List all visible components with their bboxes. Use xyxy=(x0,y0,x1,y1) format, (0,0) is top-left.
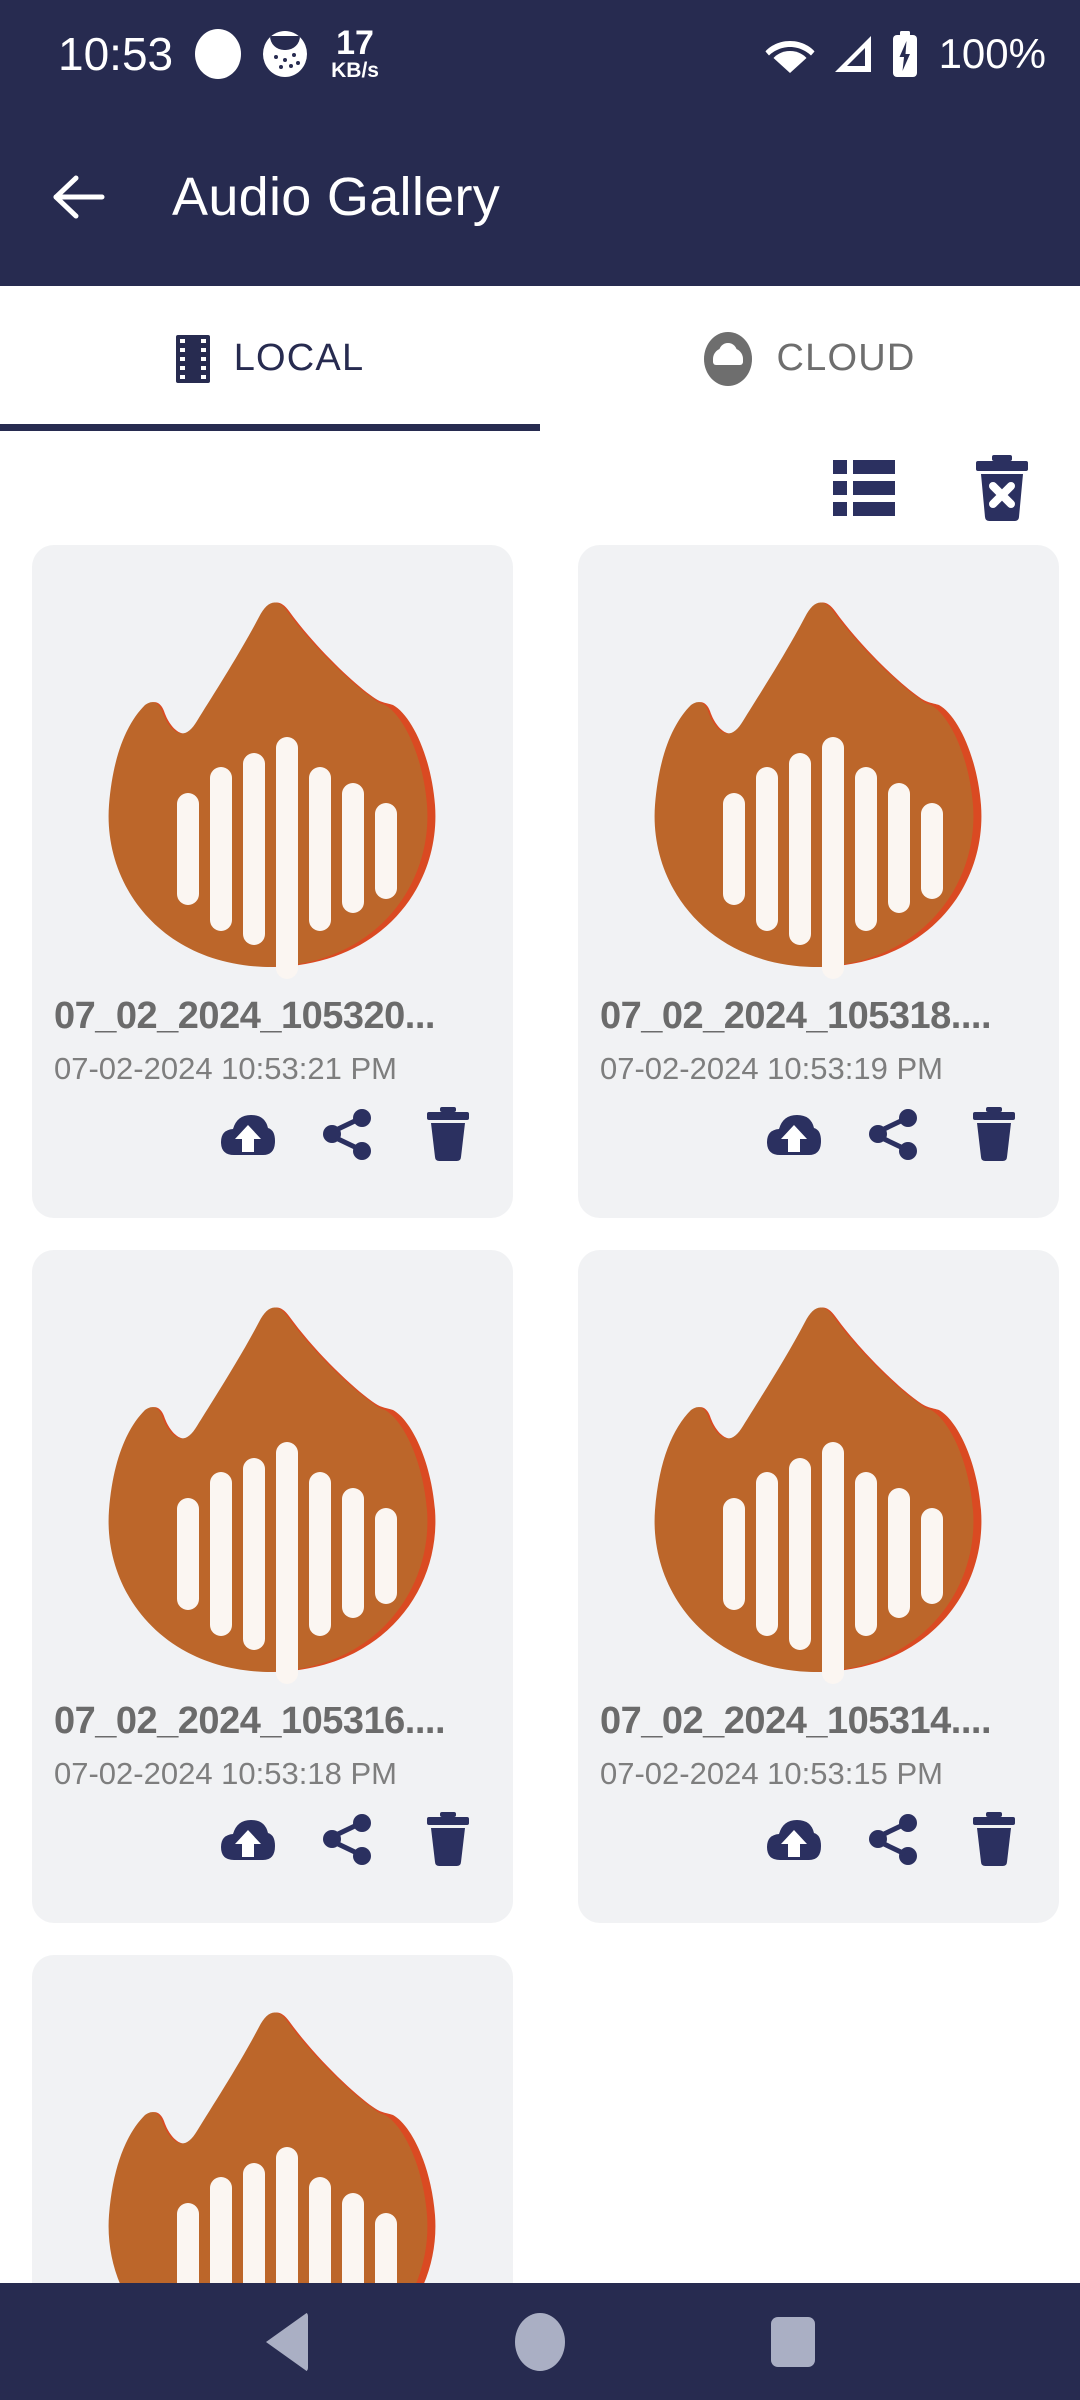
audio-file-name: 07_02_2024_105320... xyxy=(54,995,435,1037)
audio-file-date: 07-02-2024 10:53:19 PM xyxy=(600,1050,943,1086)
audio-thumbnail[interactable] xyxy=(578,1250,1059,1695)
circle-icon xyxy=(195,28,242,79)
back-triangle-icon xyxy=(265,2311,308,2372)
nav-recents-button[interactable] xyxy=(738,2287,848,2397)
card-actions xyxy=(32,1105,513,1163)
flame-waveform-icon xyxy=(609,555,1029,987)
cloud-upload-icon[interactable] xyxy=(219,1810,277,1868)
film-strip-icon xyxy=(175,334,210,383)
app-bar: Audio Gallery xyxy=(0,108,1080,286)
audio-file-date: 07-02-2024 10:53:15 PM xyxy=(600,1755,943,1791)
audio-thumbnail[interactable] xyxy=(578,545,1059,990)
nav-home-button[interactable] xyxy=(485,2287,595,2397)
card-actions xyxy=(32,1810,513,1868)
audio-thumbnail[interactable] xyxy=(32,1250,513,1695)
cat-icon xyxy=(263,30,308,77)
home-circle-icon xyxy=(514,2312,565,2371)
delete-icon[interactable] xyxy=(419,1105,477,1163)
flame-waveform-icon xyxy=(63,1260,483,1692)
battery-percent: 100% xyxy=(938,30,1046,77)
status-bar-right: 100% xyxy=(765,30,1046,78)
wifi-icon xyxy=(765,35,815,73)
back-button[interactable] xyxy=(52,166,114,228)
list-view-button[interactable] xyxy=(828,452,900,524)
audio-file-name: 07_02_2024_105314.... xyxy=(600,1700,992,1742)
audio-card[interactable] xyxy=(32,1955,513,2285)
flame-waveform-icon xyxy=(609,1260,1029,1692)
gallery-toolbar xyxy=(0,431,1080,545)
delete-all-icon xyxy=(974,455,1030,521)
tab-cloud[interactable]: CLOUD xyxy=(540,286,1080,431)
share-icon[interactable] xyxy=(865,1810,923,1868)
status-bar: 10:53 17 KB/s 100% xyxy=(0,0,1080,108)
android-nav-bar xyxy=(0,2283,1080,2400)
delete-icon[interactable] xyxy=(965,1810,1023,1868)
audio-card[interactable]: 07_02_2024_105314.... 07-02-2024 10:53:1… xyxy=(578,1250,1059,1923)
audio-card[interactable]: 07_02_2024_105318.... 07-02-2024 10:53:1… xyxy=(578,545,1059,1218)
audio-thumbnail[interactable] xyxy=(32,1955,513,2285)
network-speed-value: 17 xyxy=(336,23,374,62)
flame-waveform-icon xyxy=(63,555,483,987)
delete-all-button[interactable] xyxy=(966,452,1038,524)
tab-bar: LOCAL CLOUD xyxy=(0,286,1080,431)
cloud-upload-icon[interactable] xyxy=(765,1105,823,1163)
list-view-icon xyxy=(833,460,895,516)
audio-card[interactable]: 07_02_2024_105316.... 07-02-2024 10:53:1… xyxy=(32,1250,513,1923)
card-actions xyxy=(578,1810,1059,1868)
cloud-upload-icon[interactable] xyxy=(219,1105,277,1163)
signal-icon xyxy=(831,34,875,74)
audio-file-name: 07_02_2024_105316.... xyxy=(54,1700,446,1742)
tab-indicator xyxy=(0,424,540,431)
status-bar-left: 10:53 17 KB/s xyxy=(58,23,379,83)
flame-waveform-icon xyxy=(63,1965,483,2285)
share-icon[interactable] xyxy=(319,1105,377,1163)
tab-local[interactable]: LOCAL xyxy=(0,286,540,431)
share-icon[interactable] xyxy=(865,1105,923,1163)
tab-local-label: LOCAL xyxy=(233,337,365,379)
audio-thumbnail[interactable] xyxy=(32,545,513,990)
audio-grid: 07_02_2024_105320... 07-02-2024 10:53:21… xyxy=(0,545,1080,2285)
cloud-upload-icon[interactable] xyxy=(765,1810,823,1868)
battery-charging-icon xyxy=(891,31,919,77)
share-icon[interactable] xyxy=(319,1810,377,1868)
nav-back-button[interactable] xyxy=(232,2287,342,2397)
page-title: Audio Gallery xyxy=(172,167,501,227)
audio-file-date: 07-02-2024 10:53:21 PM xyxy=(54,1050,397,1086)
card-actions xyxy=(578,1105,1059,1163)
audio-card[interactable]: 07_02_2024_105320... 07-02-2024 10:53:21… xyxy=(32,545,513,1218)
audio-file-name: 07_02_2024_105318.... xyxy=(600,995,992,1037)
cloud-icon xyxy=(704,331,753,386)
network-speed-unit: KB/s xyxy=(331,59,379,83)
network-speed: 17 KB/s xyxy=(331,23,379,83)
delete-icon[interactable] xyxy=(419,1810,477,1868)
tab-cloud-label: CLOUD xyxy=(776,337,916,379)
delete-icon[interactable] xyxy=(965,1105,1023,1163)
status-time: 10:53 xyxy=(58,27,174,80)
audio-file-date: 07-02-2024 10:53:18 PM xyxy=(54,1755,397,1791)
phone-screen: 10:53 17 KB/s 100% Audio Gallery LOCAL C… xyxy=(0,0,1080,2400)
recents-square-icon xyxy=(771,2316,816,2367)
